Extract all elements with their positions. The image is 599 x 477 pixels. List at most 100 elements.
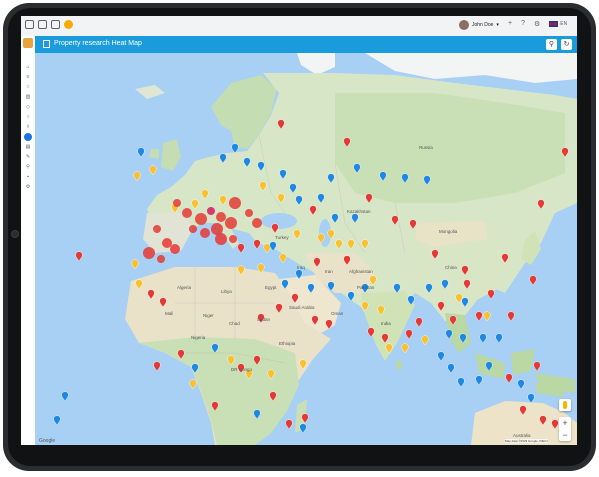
map-icon bbox=[24, 133, 32, 141]
map-label-oman: Oman bbox=[331, 311, 344, 316]
add-icon[interactable]: + bbox=[508, 20, 512, 28]
map-label-china: China bbox=[445, 265, 457, 270]
search-icon: ⚲ bbox=[548, 41, 555, 48]
map-label-ethiopia: Ethiopia bbox=[279, 341, 296, 346]
flag-icon bbox=[549, 21, 559, 27]
map-label-iran: Iran bbox=[325, 269, 333, 274]
map-label-egypt: Egypt bbox=[265, 285, 277, 290]
heat-cluster[interactable] bbox=[225, 217, 237, 229]
top-bar: John Doe ▾ + ? ⚙ EN bbox=[21, 16, 577, 37]
map-label-russia: Russia bbox=[419, 145, 433, 150]
heat-cluster[interactable] bbox=[170, 244, 180, 254]
map-label-saudi-arabia: Saudi Arabia bbox=[289, 305, 315, 310]
map-attribution[interactable]: Map data ©2023 Google, INEGI bbox=[505, 439, 548, 443]
app-logo[interactable] bbox=[23, 38, 33, 48]
map-label-india: India bbox=[381, 321, 391, 326]
star-icon: ☆ bbox=[25, 84, 31, 90]
heat-cluster[interactable] bbox=[200, 228, 210, 238]
map-label-afghanistan: Afghanistan bbox=[349, 269, 373, 274]
sidebar: ⌂ ≡ ☆ ▥ ◇ ○ ◊ ▤ ✎ ⚲ ▪ ⚙ bbox=[21, 36, 36, 445]
list-icon: ≡ bbox=[26, 74, 30, 80]
heat-cluster[interactable] bbox=[215, 233, 227, 245]
sidebar-item-tag[interactable]: ◊ bbox=[21, 122, 35, 132]
help-icon[interactable]: ? bbox=[521, 20, 525, 28]
heat-cluster[interactable] bbox=[157, 255, 165, 263]
heat-map[interactable]: Russia Kazakhstan Mongolia China India A… bbox=[35, 53, 577, 445]
map-canvas: Russia Kazakhstan Mongolia China India A… bbox=[35, 53, 577, 445]
user-icon: ○ bbox=[26, 114, 30, 120]
heat-cluster[interactable] bbox=[182, 208, 192, 218]
heat-cluster[interactable] bbox=[216, 212, 226, 222]
tablet-camera bbox=[11, 230, 19, 238]
top-bar-icons bbox=[25, 20, 73, 29]
heat-cluster[interactable] bbox=[229, 197, 241, 209]
heat-cluster[interactable] bbox=[189, 225, 197, 233]
sidebar-item-files[interactable]: ▪ bbox=[21, 172, 35, 182]
app-screen: John Doe ▾ + ? ⚙ EN ⌂ ≡ ☆ ▥ ◇ ○ ◊ ▤ ✎ ⚲ bbox=[21, 16, 577, 445]
sidebar-item-settings[interactable]: ⚙ bbox=[21, 182, 35, 192]
refresh-button[interactable]: ↻ bbox=[561, 39, 572, 50]
map-label-chad: Chad bbox=[229, 321, 240, 326]
pin-icon: ◇ bbox=[26, 104, 30, 110]
refresh-icon: ↻ bbox=[563, 41, 570, 48]
settings-icon[interactable]: ⚙ bbox=[534, 20, 540, 28]
username: John Doe bbox=[472, 22, 494, 28]
map-label-nigeria: Nigeria bbox=[191, 335, 206, 340]
tag-icon: ◊ bbox=[26, 124, 30, 130]
heat-cluster[interactable] bbox=[207, 207, 215, 215]
page-title: Property research Heat Map bbox=[54, 40, 142, 47]
sidebar-item-users[interactable]: ○ bbox=[21, 112, 35, 122]
user-menu[interactable]: John Doe ▾ bbox=[459, 20, 499, 30]
sidebar-nav: ⌂ ≡ ☆ ▥ ◇ ○ ◊ ▤ ✎ ⚲ ▪ ⚙ bbox=[21, 62, 35, 192]
zoom-in-button[interactable]: + bbox=[559, 417, 571, 429]
heat-cluster[interactable] bbox=[153, 225, 161, 233]
sidebar-item-star[interactable]: ☆ bbox=[21, 82, 35, 92]
sidebar-item-location[interactable]: ◇ bbox=[21, 102, 35, 112]
calendar-icon: ▤ bbox=[25, 144, 31, 150]
heat-cluster[interactable] bbox=[252, 218, 262, 228]
heat-cluster[interactable] bbox=[195, 213, 207, 225]
map-label-mongolia: Mongolia bbox=[439, 229, 458, 234]
heat-cluster[interactable] bbox=[245, 209, 253, 217]
map-label-niger: Niger bbox=[203, 313, 214, 318]
notification-dot-icon[interactable] bbox=[64, 20, 73, 29]
page-header: Property research Heat Map ⚲ ↻ bbox=[35, 36, 577, 53]
sidebar-item-home[interactable]: ⌂ bbox=[21, 62, 35, 72]
map-label-libya: Libya bbox=[221, 289, 232, 294]
street-view-button[interactable] bbox=[559, 399, 571, 411]
wrench-icon: ✎ bbox=[25, 154, 31, 160]
map-label-sudan: Sudan bbox=[257, 317, 271, 322]
map-label-iraq: Iraq bbox=[297, 265, 305, 270]
map-label-turkey: Turkey bbox=[275, 235, 289, 240]
home-icon: ⌂ bbox=[26, 64, 30, 70]
map-label-australia: Australia bbox=[513, 433, 531, 438]
pegman-icon bbox=[563, 401, 567, 409]
heat-cluster[interactable] bbox=[229, 235, 237, 243]
sidebar-item-map[interactable] bbox=[21, 132, 35, 142]
map-label-pakistan: Pakistan bbox=[357, 285, 375, 290]
top-bar-actions: + ? ⚙ EN bbox=[508, 20, 567, 28]
sidebar-item-search[interactable]: ⚲ bbox=[21, 162, 35, 172]
sidebar-item-chart[interactable]: ▥ bbox=[21, 92, 35, 102]
chart-icon: ▥ bbox=[25, 94, 31, 100]
calendar-icon[interactable] bbox=[51, 20, 60, 29]
file-icon: ▪ bbox=[27, 174, 29, 180]
window-icon[interactable] bbox=[38, 20, 47, 29]
gear-icon: ⚙ bbox=[25, 184, 31, 190]
sidebar-item-list[interactable]: ≡ bbox=[21, 72, 35, 82]
heat-cluster[interactable] bbox=[143, 247, 155, 259]
search-icon: ⚲ bbox=[26, 164, 30, 170]
chevron-down-icon: ▾ bbox=[496, 22, 499, 28]
search-button[interactable]: ⚲ bbox=[546, 39, 557, 50]
language-selector[interactable]: EN bbox=[549, 20, 567, 28]
map-label-kazakhstan: Kazakhstan bbox=[347, 209, 371, 214]
zoom-control: + − bbox=[559, 417, 571, 441]
google-logo: Google bbox=[39, 438, 56, 444]
heat-cluster[interactable] bbox=[173, 199, 181, 207]
sidebar-item-calendar[interactable]: ▤ bbox=[21, 142, 35, 152]
zoom-out-button[interactable]: − bbox=[559, 429, 571, 441]
sidebar-item-tools[interactable]: ✎ bbox=[21, 152, 35, 162]
heat-cluster[interactable] bbox=[162, 238, 172, 248]
grid-icon[interactable] bbox=[25, 20, 34, 29]
avatar[interactable] bbox=[459, 20, 469, 30]
